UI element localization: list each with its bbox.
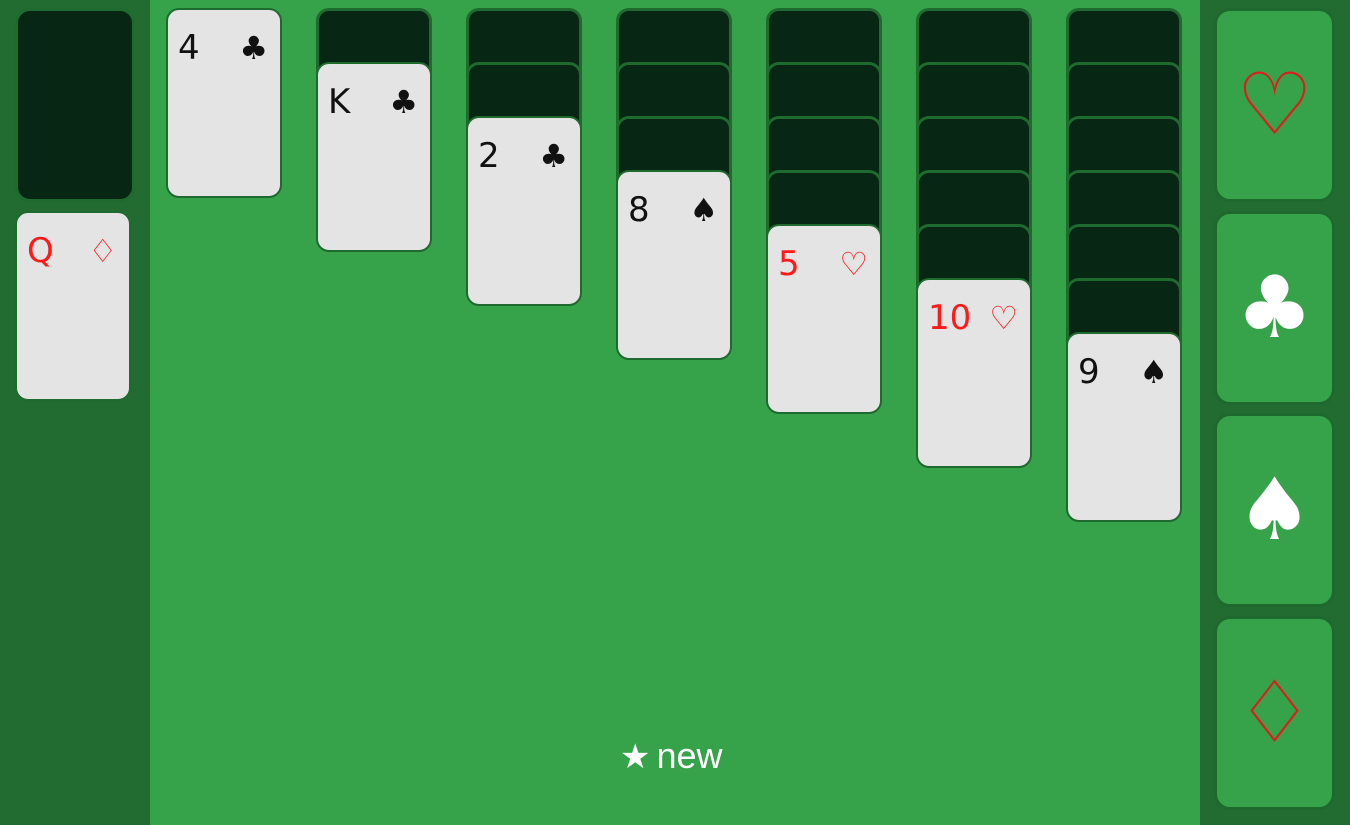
card-rank: 8 [628, 190, 650, 230]
stock-pile[interactable] [15, 8, 135, 202]
card-suit: ♠ [689, 191, 718, 229]
foundation-clubs[interactable]: ♣ [1214, 211, 1335, 405]
diamonds-suit-icon: ♢ [1235, 663, 1314, 763]
tableau-card[interactable]: 10 ♡ [916, 278, 1032, 468]
tableau-card[interactable]: K ♣ [316, 62, 432, 252]
card-suit: ♡ [989, 299, 1018, 337]
card-suit: ♣ [239, 29, 268, 67]
tableau-card[interactable]: 2 ♣ [466, 116, 582, 306]
hearts-suit-icon: ♡ [1235, 55, 1314, 155]
tableau-card[interactable]: 8 ♠ [616, 170, 732, 360]
card-rank: 5 [778, 244, 800, 284]
tableau-card[interactable]: 4 ♣ [166, 8, 282, 198]
card-suit: ♡ [839, 245, 868, 283]
card-rank: 10 [928, 298, 972, 338]
tableau-card[interactable]: 9 ♠ [1066, 332, 1182, 522]
spades-suit-icon: ♠ [1235, 460, 1314, 560]
clubs-suit-icon: ♣ [1235, 258, 1314, 358]
card-rank: Q [27, 231, 54, 271]
card-suit: ♢ [88, 232, 117, 270]
waste-card[interactable]: Q ♢ [15, 211, 131, 401]
card-rank: 9 [1078, 352, 1100, 392]
star-icon: ★ [620, 737, 651, 777]
solitaire-table: Q ♢ 4 ♣ K ♣ 2 ♣ 8 ♠ 5 ♡ 10 ♡ 9 ♠ ♡ ♣ ♠ ♢ ★ new [0, 0, 1350, 825]
card-suit: ♠ [1139, 353, 1168, 391]
card-suit: ♣ [539, 137, 568, 175]
card-rank: 2 [478, 136, 500, 176]
card-rank: K [328, 82, 351, 122]
tableau-card[interactable]: 5 ♡ [766, 224, 882, 414]
card-suit: ♣ [389, 83, 418, 121]
foundation-spades[interactable]: ♠ [1214, 413, 1335, 607]
card-rank: 4 [178, 28, 200, 68]
new-game-label: new [656, 735, 723, 776]
foundation-diamonds[interactable]: ♢ [1214, 616, 1335, 810]
new-game-button[interactable]: ★ new [620, 735, 723, 778]
foundation-hearts[interactable]: ♡ [1214, 8, 1335, 202]
